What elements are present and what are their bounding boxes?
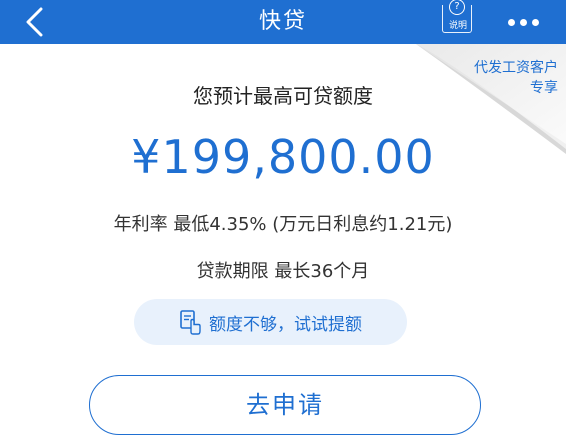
interest-rate-text: 年利率 最低4.35% (万元日利息约1.21元) [113, 214, 453, 235]
raise-limit-label: 额度不够，试试提额 [209, 314, 362, 335]
help-label: 说明 [448, 21, 467, 31]
corner-badge-line1: 代发工资客户 [474, 60, 558, 76]
more-dots-icon [507, 18, 515, 26]
loan-term-text: 贷款期限 最长36个月 [196, 261, 370, 282]
help-symbol: ? [449, 0, 465, 15]
credit-amount: ¥199,800.00 [131, 130, 435, 184]
more-button[interactable] [498, 0, 548, 44]
top-navigation-bar: 快贷 ? 说明 [0, 0, 566, 44]
more-dot [519, 18, 527, 26]
apply-button[interactable]: 去申请 [89, 375, 481, 435]
more-dot [531, 18, 539, 26]
help-button[interactable]: ? 说明 [440, 0, 474, 39]
limit-subtitle: 您预计最高可贷额度 [193, 84, 373, 108]
tap-document-icon [180, 310, 201, 335]
page-title: 快贷 [258, 9, 307, 34]
help-doc-icon: ? 说明 [442, 0, 472, 33]
raise-limit-button[interactable]: 额度不够，试试提额 [134, 299, 407, 345]
